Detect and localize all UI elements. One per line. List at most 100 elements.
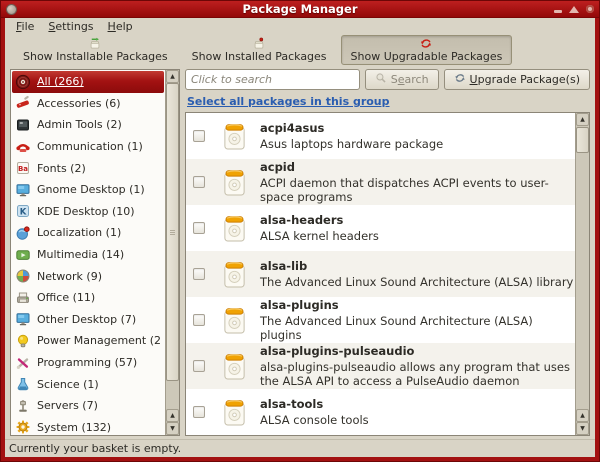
scroll-up-icon[interactable]: ▲ [576,113,589,126]
sidebar-item-office-11[interactable]: Office (11) [12,287,164,309]
sidebar-item-power-management-2[interactable]: Power Management (2) [12,330,164,352]
cd-icon [15,74,31,90]
upgrade-button-label: Upgrade Package(s) [469,73,580,86]
package-list-scrollbar-thumb[interactable] [576,127,589,153]
titlebar[interactable]: Package Manager [1,1,599,18]
select-all-link[interactable]: Select all packages in this group [187,95,390,108]
package-row-alsa-plugins[interactable]: alsa-plugins The Advanced Linux Sound Arc… [186,297,575,343]
scroll-down-icon[interactable]: ▼ [166,422,179,435]
sidebar-item-label: Science (1) [37,377,99,391]
app-body: File Settings Help Show Installable Packag… [5,18,595,457]
rpm-package-icon [222,168,247,197]
terminal-icon [15,117,31,133]
sidebar-scrollbar-thumb[interactable] [166,83,179,381]
toolbar-show-installed-packages[interactable]: Show Installed Packages [182,35,337,65]
toolbar-show-upgradable-packages[interactable]: Show Upgradable Packages [340,35,513,65]
package-checkbox[interactable] [193,268,205,280]
sidebar-item-label: Office (11) [37,291,96,305]
sidebar-item-system-132[interactable]: System (132) [12,417,164,436]
sidebar-item-admin-tools-2[interactable]: Admin Tools (2) [12,114,164,136]
package-name: alsa-plugins [260,297,339,312]
package-checkbox[interactable] [193,360,205,372]
sidebar-item-label: Communication (1) [37,140,143,154]
scrollbar-grip [170,230,175,235]
content: All (266) Accessories (6) Admin Tools (2) C… [5,65,595,439]
package-installed-icon [252,37,266,50]
sidebar-item-accessories-6[interactable]: Accessories (6) [12,93,164,115]
minimize-icon[interactable] [554,9,562,13]
package-row-alsa-plugins-pulseaudio[interactable]: alsa-plugins-pulseaudio alsa-plugins-puls… [186,343,575,389]
rpm-package-icon [222,306,247,335]
package-checkbox[interactable] [193,222,205,234]
rpm-package-icon [222,214,247,243]
scroll-up-icon[interactable]: ▲ [576,409,589,422]
package-name: alsa-tools [260,396,324,411]
menubar: File Settings Help [5,18,595,35]
sidebar-item-all-266[interactable]: All (266) [12,71,164,93]
package-list-panel: acpi4asus Asus laptops hardware package ac… [185,112,590,436]
package-row-alsa-tools[interactable]: alsa-tools ALSA console tools [186,389,575,435]
sidebar-item-communication-1[interactable]: Communication (1) [12,136,164,158]
sidebar-item-fonts-2[interactable]: Ba Fonts (2) [12,157,164,179]
sidebar-item-multimedia-14[interactable]: Multimedia (14) [12,244,164,266]
toolbar: Show Installable Packages Show Installed … [5,35,595,65]
maximize-icon[interactable] [569,5,579,13]
globe-pin-icon [15,225,31,241]
sidebar-item-label: All (266) [37,75,84,89]
sidebar-item-gnome-desktop-1[interactable]: Gnome Desktop (1) [12,179,164,201]
package-row-alsa-headers[interactable]: alsa-headers ALSA kernel headers [186,205,575,251]
package-checkbox[interactable] [193,130,205,142]
package-row-alsa-lib[interactable]: alsa-lib The Advanced Linux Sound Archite… [186,251,575,297]
close-icon[interactable] [586,5,594,13]
statusbar: Currently your basket is empty. [5,439,595,457]
toolbar-show-installable-packages[interactable]: Show Installable Packages [13,35,178,65]
science-icon [15,376,31,392]
scroll-down-icon[interactable]: ▼ [576,422,589,435]
gear-icon [15,419,31,435]
window-title: Package Manager [242,2,358,16]
search-button[interactable]: Search [364,69,439,90]
sidebar-item-label: Other Desktop (7) [37,312,137,326]
multimedia-icon [15,247,31,263]
sidebar-item-kde-desktop-10[interactable]: K KDE Desktop (10) [12,201,164,223]
scroll-up-icon[interactable]: ▲ [166,70,179,83]
sidebar-item-localization-1[interactable]: Localization (1) [12,222,164,244]
menu-settings[interactable]: Settings [41,19,100,34]
sidebar-item-label: Multimedia (14) [37,248,125,262]
package-checkbox[interactable] [193,176,205,188]
main-area: Search Upgrade Package(s) Select all pac… [185,69,590,436]
package-checkbox[interactable] [193,314,205,326]
package-description: ALSA kernel headers [260,228,379,243]
sidebar-scrollbar-track[interactable] [166,83,179,409]
package-row-acpi4asus[interactable]: acpi4asus Asus laptops hardware package [186,113,575,159]
scroll-up-icon[interactable]: ▲ [166,409,179,422]
search-input[interactable] [185,69,360,90]
sidebar-scrollbar[interactable]: ▲ ▲ ▼ [165,70,179,435]
package-list-scrollbar[interactable]: ▲ ▲ ▼ [575,113,589,435]
sidebar-item-servers-7[interactable]: Servers (7) [12,395,164,417]
magnifier-icon [375,72,387,87]
upgrade-packages-button[interactable]: Upgrade Package(s) [443,69,590,90]
sidebar-item-other-desktop-7[interactable]: Other Desktop (7) [12,309,164,331]
sidebar-item-science-1[interactable]: Science (1) [12,373,164,395]
knife-icon [15,95,31,111]
category-list: All (266) Accessories (6) Admin Tools (2) C… [11,70,165,435]
package-checkbox[interactable] [193,406,205,418]
sidebar-item-label: Admin Tools (2) [37,118,122,132]
sidebar-item-label: Accessories (6) [37,96,121,110]
package-row-acpid[interactable]: acpid ACPI daemon that dispatches ACPI ev… [186,159,575,205]
package-add-icon [88,37,102,50]
package-description: Asus laptops hardware package [260,136,444,151]
svg-text:Ba: Ba [18,165,28,173]
package-name: acpi4asus [260,120,325,135]
sidebar-item-label: System (132) [37,420,112,434]
menu-file[interactable]: File [9,19,41,34]
package-description: The Advanced Linux Sound Architecture (A… [260,313,533,342]
monitor-icon [15,311,31,327]
menu-help[interactable]: Help [101,19,140,34]
rpm-package-icon [222,352,247,381]
sidebar-item-programming-57[interactable]: Programming (57) [12,352,164,374]
phone-icon [15,139,31,155]
package-list-scrollbar-track[interactable] [576,126,589,409]
sidebar-item-network-9[interactable]: Network (9) [12,265,164,287]
